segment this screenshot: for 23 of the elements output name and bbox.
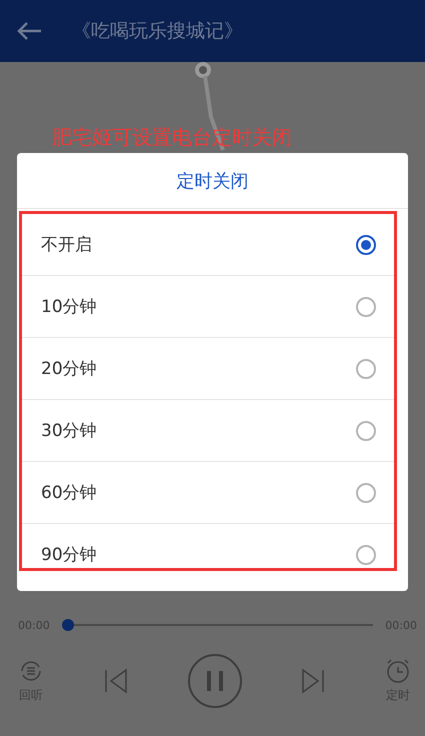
page-title: 《吃喝玩乐搜城记》: [72, 19, 243, 44]
timer-option[interactable]: 90分钟: [22, 524, 394, 568]
pause-button[interactable]: [188, 654, 242, 708]
timer-option[interactable]: 10分钟: [22, 276, 394, 338]
timer-option[interactable]: 60分钟: [22, 462, 394, 524]
timer-option[interactable]: 20分钟: [22, 338, 394, 400]
back-arrow-icon[interactable]: [16, 21, 42, 41]
previous-button[interactable]: [102, 668, 129, 694]
radio-button[interactable]: [356, 234, 376, 254]
timer-option[interactable]: 30分钟: [22, 400, 394, 462]
seek-thumb[interactable]: [62, 619, 74, 631]
radio-button[interactable]: [356, 482, 376, 502]
alarm-clock-icon: [385, 658, 411, 684]
skip-back-icon: [102, 668, 129, 694]
skip-forward-icon: [300, 668, 326, 694]
radio-button[interactable]: [356, 296, 376, 316]
dialog-title: 定时关闭: [17, 153, 408, 209]
next-button[interactable]: [300, 668, 326, 694]
radio-button[interactable]: [356, 358, 376, 378]
radio-button[interactable]: [356, 420, 376, 440]
radio-button[interactable]: [356, 544, 376, 564]
timer-option[interactable]: 不开启: [22, 214, 394, 276]
annotation-text: 肥宅姬可设置电台定时关闭: [52, 124, 292, 151]
